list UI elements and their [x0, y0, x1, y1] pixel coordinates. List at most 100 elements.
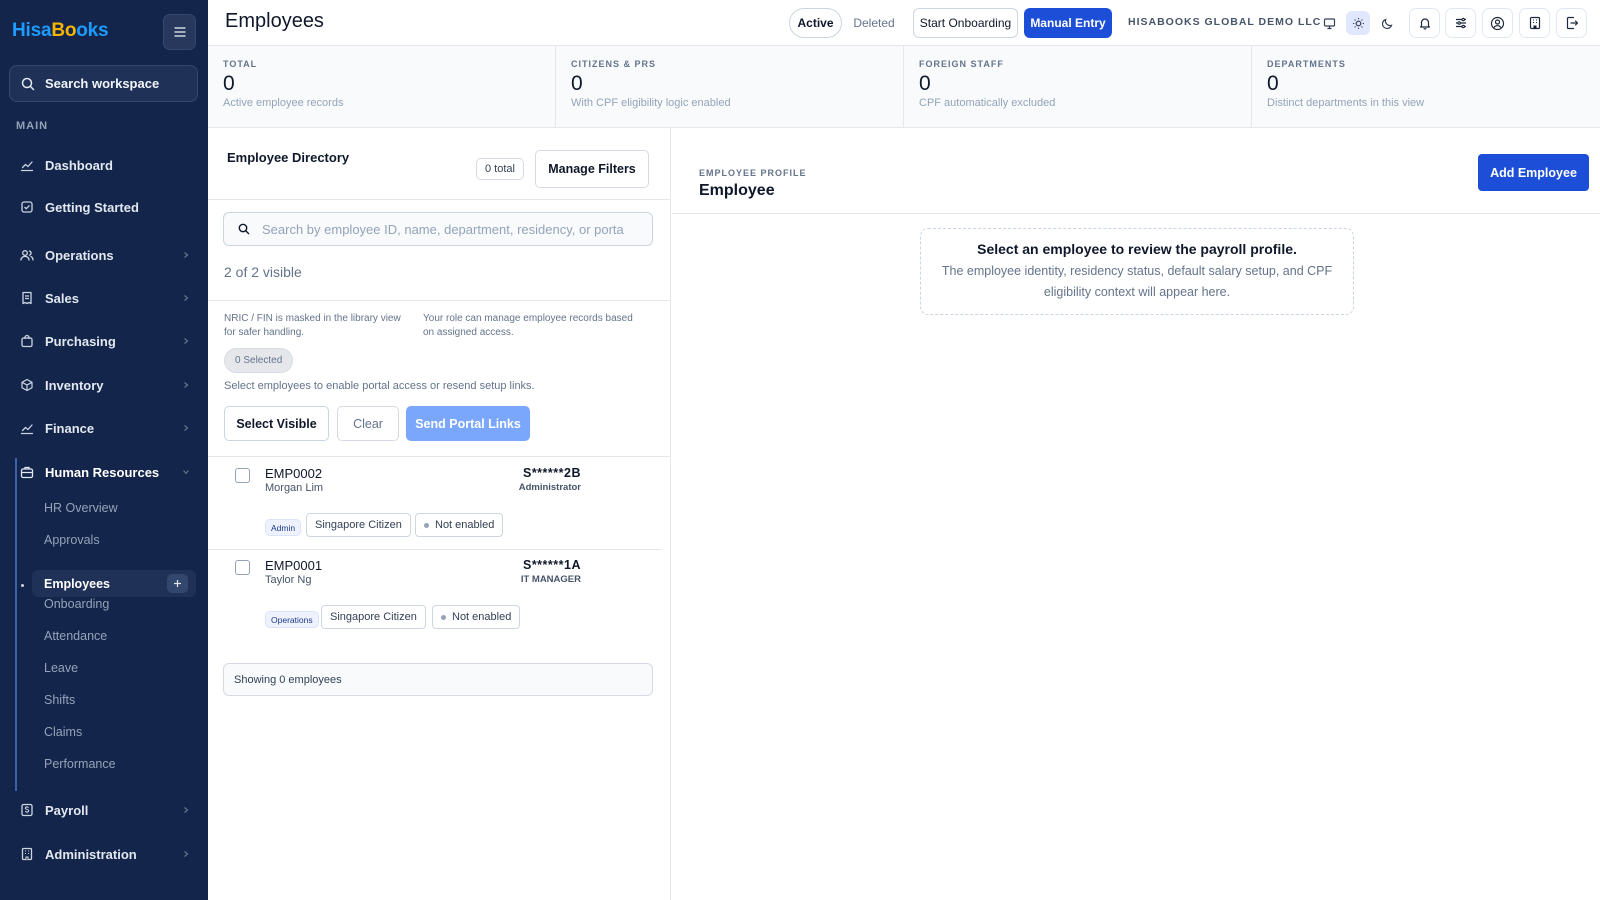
logout-button[interactable] — [1556, 8, 1587, 38]
stat-foreign-staff: FOREIGN STAFF 0 CPF automatically exclud… — [904, 46, 1252, 128]
sidebar-subitem-shifts[interactable]: Shifts — [44, 686, 196, 713]
chevron-right-icon — [184, 382, 189, 388]
sidebar-subitem-performance[interactable]: Performance — [44, 750, 196, 777]
directory-title: Employee Directory — [227, 150, 350, 165]
sidebar-item-inventory[interactable]: Inventory — [20, 370, 190, 400]
total-badge: 0 total — [476, 158, 524, 180]
sidebar-item-human-resources[interactable]: Human Resources — [20, 457, 190, 487]
tab-active[interactable]: Active — [789, 8, 842, 38]
sidebar-subitem-attendance[interactable]: Attendance — [44, 622, 196, 649]
workspace-search[interactable]: Search workspace — [9, 65, 198, 102]
stats-bar: TOTAL 0 Active employee records CITIZENS… — [208, 46, 1600, 128]
employee-checkbox[interactable] — [235, 560, 250, 575]
brand-logo-part2: Bo — [51, 20, 77, 41]
selection-hint: Select employees to enable portal access… — [224, 380, 535, 392]
logout-icon — [1566, 16, 1578, 30]
manual-entry-button[interactable]: Manual Entry — [1024, 8, 1112, 38]
sidebar-item-sales[interactable]: Sales — [20, 283, 190, 313]
company-switch-button[interactable] — [1519, 8, 1550, 38]
stat-description: With CPF eligibility logic enabled — [571, 97, 731, 109]
sidebar-subitem-claims[interactable]: Claims — [44, 718, 196, 745]
add-employee-button[interactable]: Add Employee — [1478, 154, 1589, 191]
send-portal-links-button[interactable]: Send Portal Links — [406, 406, 530, 441]
sidebar-subitem-approvals[interactable]: Approvals — [44, 526, 196, 553]
start-onboarding-button[interactable]: Start Onboarding — [913, 8, 1018, 38]
notifications-button[interactable] — [1409, 8, 1440, 38]
sidebar-item-label: Getting Started — [45, 199, 139, 215]
department-tag: Admin — [265, 519, 302, 536]
stat-total: TOTAL 0 Active employee records — [208, 46, 556, 128]
employee-id: EMP0002 — [265, 466, 323, 481]
nric-mask-note: NRIC / FIN is masked in the library view… — [224, 313, 401, 338]
sidebar-item-administration[interactable]: Administration — [20, 839, 190, 869]
sidebar-item-label: Purchasing — [45, 333, 116, 349]
select-visible-button[interactable]: Select Visible — [224, 406, 329, 441]
chevron-down-icon — [183, 470, 189, 475]
divider — [208, 300, 671, 301]
sidebar-subitem-onboarding[interactable]: Onboarding — [44, 590, 196, 617]
brand-logo[interactable]: HisaBooks — [12, 20, 109, 42]
employee-row[interactable]: EMP0001 Taylor Ng S******1A IT MANAGER O… — [208, 550, 661, 642]
stat-label: TOTAL — [223, 59, 258, 69]
sidebar-item-getting-started[interactable]: Getting Started — [20, 192, 190, 222]
page-title: Employees — [225, 10, 324, 32]
sidebar-subitem-hr-overview[interactable]: HR Overview — [44, 494, 196, 521]
chevron-right-icon — [184, 851, 189, 857]
employee-role: IT MANAGER — [520, 574, 581, 585]
stat-label: FOREIGN STAFF — [919, 59, 1004, 69]
chevron-right-icon — [184, 807, 189, 813]
moon-icon — [1381, 18, 1392, 29]
visible-count: 2 of 2 visible — [224, 264, 302, 280]
sidebar-item-payroll[interactable]: Payroll — [20, 795, 190, 825]
sidebar: HisaBooks Search workspace MAIN Dashboar… — [0, 0, 208, 900]
chevron-right-icon — [184, 295, 189, 301]
building-icon — [21, 847, 33, 861]
clear-selection-button[interactable]: Clear — [337, 406, 399, 441]
sidebar-item-label: Operations — [45, 247, 114, 263]
stat-value: 0 — [1267, 72, 1279, 95]
sidebar-item-label: Sales — [45, 290, 79, 306]
search-icon — [21, 77, 35, 90]
settings-sliders-button[interactable] — [1445, 8, 1476, 38]
sidebar-item-label: Administration — [45, 846, 137, 862]
residency-chip: Singapore Citizen — [321, 605, 426, 629]
theme-system-button[interactable] — [1317, 11, 1341, 35]
bell-icon — [1419, 18, 1430, 30]
employee-row[interactable]: EMP0002 Morgan Lim S******2B Administrat… — [208, 458, 661, 550]
stat-label: CITIZENS & PRS — [571, 59, 657, 69]
sidebar-item-label: Payroll — [45, 802, 89, 818]
divider — [208, 456, 671, 457]
employee-nric-masked: S******2B — [522, 466, 581, 480]
sidebar-item-purchasing[interactable]: Purchasing — [20, 326, 190, 356]
active-indicator — [21, 584, 24, 587]
sidebar-subitem-leave[interactable]: Leave — [44, 654, 196, 681]
section-label-main: MAIN — [16, 120, 49, 132]
search-icon — [238, 223, 250, 235]
chart-line-icon — [20, 161, 34, 172]
sidebar-item-finance[interactable]: Finance — [20, 413, 190, 443]
profile-section-label: EMPLOYEE PROFILE — [699, 168, 807, 178]
sidebar-toggle-button[interactable] — [163, 14, 196, 50]
divider — [672, 213, 1600, 214]
theme-light-button[interactable] — [1346, 11, 1370, 35]
stat-value: 0 — [571, 72, 583, 95]
briefcase-icon — [20, 466, 34, 479]
chevron-right-icon — [184, 425, 189, 431]
tab-deleted[interactable]: Deleted — [848, 8, 900, 38]
sidebar-item-label: Dashboard — [45, 157, 113, 173]
profile-button[interactable] — [1482, 8, 1513, 38]
brand-logo-part3: oks — [76, 20, 109, 41]
sidebar-item-operations[interactable]: Operations — [20, 240, 190, 270]
theme-dark-button[interactable] — [1375, 11, 1399, 35]
employee-search-input[interactable] — [262, 221, 647, 237]
employee-search-field[interactable] — [223, 212, 653, 246]
employee-checkbox[interactable] — [235, 468, 250, 483]
profile-title: Employee — [699, 182, 775, 199]
hr-submenu-rail — [15, 458, 17, 791]
showing-count-footer: Showing 0 employees — [223, 663, 653, 696]
sun-icon — [1352, 17, 1364, 29]
stat-value: 0 — [919, 72, 931, 95]
portal-status-chip: Not enabled — [415, 513, 504, 537]
sidebar-item-dashboard[interactable]: Dashboard — [20, 150, 190, 180]
manage-filters-button[interactable]: Manage Filters — [535, 150, 649, 188]
